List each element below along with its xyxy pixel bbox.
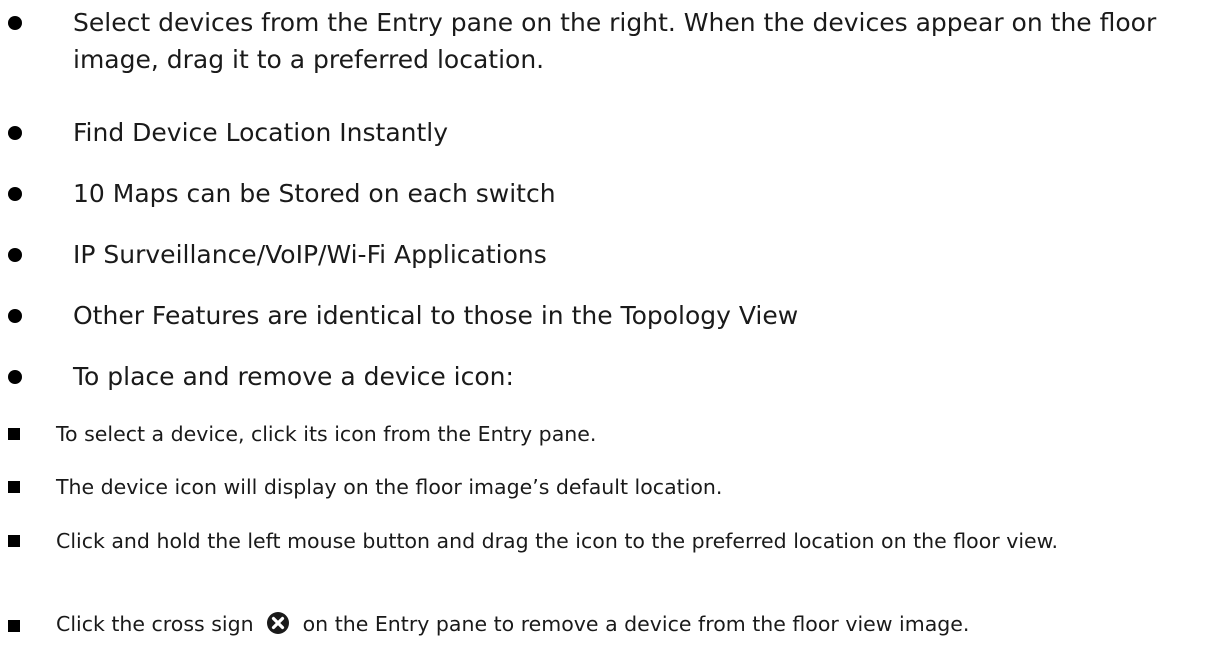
feature-list-document: Select devices from the Entry pane on th…: [0, 0, 1220, 641]
square-bullet-icon: [8, 620, 20, 632]
sub-bullet-text-2: The device icon will display on the floo…: [56, 475, 723, 499]
bullet-text-3: 10 Maps can be Stored on each switch: [73, 179, 556, 208]
round-bullet-icon: [8, 187, 22, 201]
round-bullet-icon: [8, 16, 22, 30]
round-bullet-icon: [8, 126, 22, 140]
circle-x-icon: [266, 611, 290, 645]
sub-bullet-text-3: Click and hold the left mouse button and…: [56, 529, 1059, 553]
round-bullet-icon: [8, 370, 22, 384]
sub-bullet-text-4-before: Click the cross sign: [56, 612, 254, 636]
round-bullet-icon: [8, 309, 22, 323]
square-bullet-icon: [8, 535, 20, 547]
bullet-text-6: To place and remove a device icon:: [73, 362, 514, 391]
bullet-text-5: Other Features are identical to those in…: [73, 301, 799, 330]
round-bullet-icon: [8, 248, 22, 262]
square-bullet-icon: [8, 481, 20, 493]
bullet-text-2: Find Device Location Instantly: [73, 118, 449, 147]
sub-bullet-text-4-after: on the Entry pane to remove a device fro…: [302, 612, 970, 636]
sub-bullet-text-4: Click the cross sign on the Entry pane t…: [56, 607, 1216, 645]
square-bullet-icon: [8, 428, 20, 440]
bullet-text-1: Select devices from the Entry pane on th…: [73, 8, 1157, 74]
sub-bullet-text-1: To select a device, click its icon from …: [56, 422, 597, 446]
bullet-text-4: IP Surveillance/VoIP/Wi-Fi Applications: [73, 240, 547, 269]
